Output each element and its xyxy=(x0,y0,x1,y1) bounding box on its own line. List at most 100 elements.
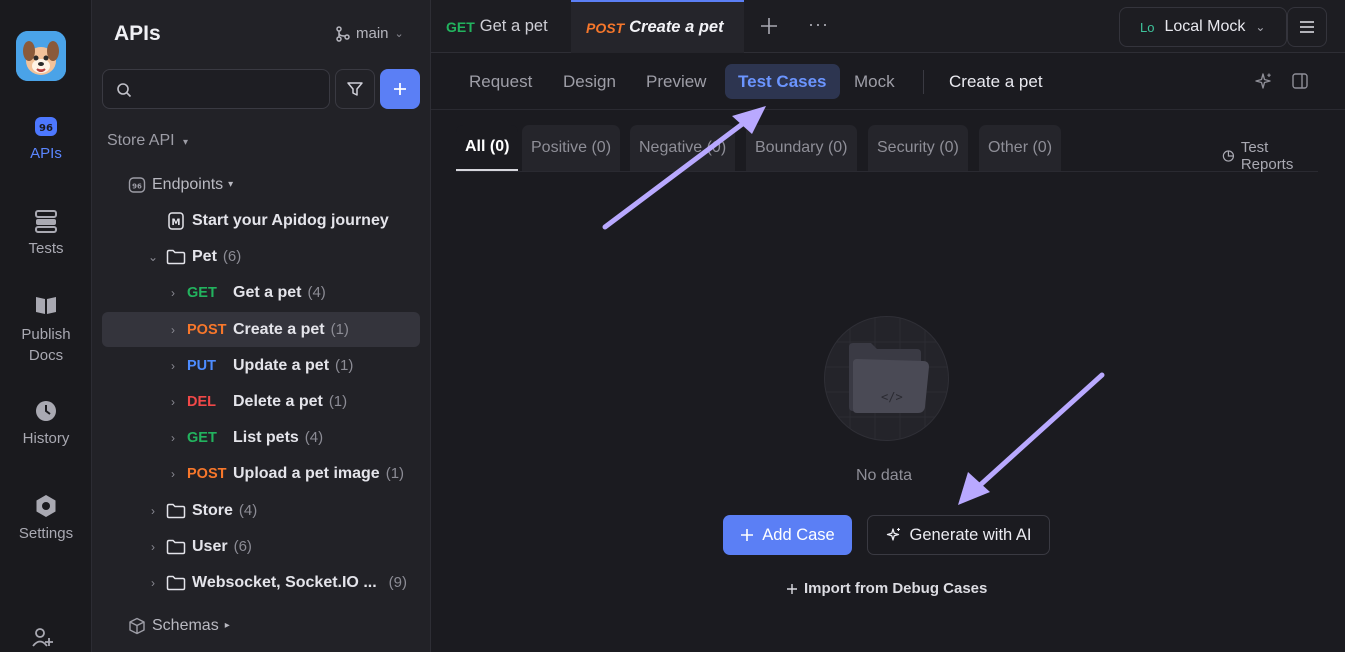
pie-chart-icon xyxy=(1222,150,1235,162)
environment-selector[interactable]: Lo Local Mock ⌄ xyxy=(1119,7,1287,47)
filter-negative[interactable]: Negative (0) xyxy=(630,125,736,171)
tab-method: GET xyxy=(446,18,475,35)
chevron-down-icon: ⌄ xyxy=(394,28,404,40)
import-debug-cases-link[interactable]: Import from Debug Cases xyxy=(786,580,987,597)
project-selector[interactable]: Store API ▾ xyxy=(107,132,188,150)
sidebar: APIs main ⌄ Store API ▾ 96 Endpoints ▾ M… xyxy=(92,0,431,652)
history-icon xyxy=(36,401,56,421)
endpoint-list-pets[interactable]: › GET List pets (4) xyxy=(102,420,420,455)
endpoint-count: (1) xyxy=(385,465,405,482)
method-badge: GET xyxy=(187,284,217,301)
svg-text:96: 96 xyxy=(132,182,142,190)
tab-test-cases[interactable]: Test Cases xyxy=(725,64,840,99)
chevron-right-icon: › xyxy=(171,394,175,409)
plus-icon xyxy=(741,529,754,541)
endpoint-get-a-pet[interactable]: › GET Get a pet (4) xyxy=(102,275,420,310)
endpoint-name: Create a pet xyxy=(233,320,325,338)
markdown-doc-icon: M xyxy=(168,211,184,230)
filter-positive[interactable]: Positive (0) xyxy=(522,125,621,171)
invite-user-icon[interactable] xyxy=(31,626,53,652)
plus-icon xyxy=(787,583,797,594)
settings-icon xyxy=(36,495,56,517)
endpoint-name: Get a pet xyxy=(233,283,302,301)
endpoint-create-a-pet[interactable]: › POST Create a pet (1) xyxy=(102,312,420,347)
test-reports-link[interactable]: Test Reports xyxy=(1222,139,1318,173)
panel-toggle-icon[interactable] xyxy=(1291,72,1309,95)
endpoint-subtabs: Request Design Preview Test Cases Mock C… xyxy=(431,54,1345,110)
filter-button[interactable] xyxy=(335,69,375,109)
tab-mock[interactable]: Mock xyxy=(841,64,908,99)
tests-icon xyxy=(35,210,57,233)
svg-text:</>: </> xyxy=(881,390,903,404)
rail-label-apis: APIs xyxy=(30,145,62,162)
tab-preview[interactable]: Preview xyxy=(633,64,719,99)
folder-pet[interactable]: ⌄ Pet (6) xyxy=(102,239,420,274)
add-case-label: Add Case xyxy=(762,525,835,544)
search-icon xyxy=(117,83,132,98)
endpoint-count: (4) xyxy=(307,284,326,301)
folder-user[interactable]: › User (6) xyxy=(102,529,420,564)
no-data-text: No data xyxy=(856,467,913,484)
folder-websocket[interactable]: › Websocket, Socket.IO ... (9) xyxy=(102,565,420,600)
chevron-down-icon: ⌄ xyxy=(147,249,159,264)
method-badge: POST xyxy=(187,465,227,482)
menu-button[interactable] xyxy=(1287,7,1327,47)
schemas-label: Schemas xyxy=(152,616,219,634)
rail-item-history[interactable]: History xyxy=(0,398,92,447)
add-button[interactable] xyxy=(380,69,420,109)
filter-boundary[interactable]: Boundary (0) xyxy=(746,125,857,171)
filter-other[interactable]: Other (0) xyxy=(979,125,1062,171)
tab-create-a-pet[interactable]: POST Create a pet xyxy=(571,0,744,53)
chevron-right-icon: › xyxy=(171,430,175,445)
endpoint-count: (1) xyxy=(335,357,354,374)
chevron-down-icon: ⌄ xyxy=(1255,20,1266,34)
cube-icon xyxy=(129,617,145,634)
rail-item-tests[interactable]: Tests xyxy=(0,208,92,257)
chevron-right-icon: › xyxy=(151,575,155,590)
plus-icon xyxy=(394,83,406,95)
dog-logo-icon xyxy=(16,31,66,81)
endpoint-name: Update a pet xyxy=(233,356,330,374)
search-input[interactable] xyxy=(102,69,330,109)
endpoint-name: Upload a pet image xyxy=(233,464,380,482)
folder-icon xyxy=(166,249,186,264)
project-name: Store API xyxy=(107,132,175,149)
endpoint-update-a-pet[interactable]: › PUT Update a pet (1) xyxy=(102,348,420,383)
tab-request[interactable]: Request xyxy=(456,64,545,99)
folder-pet-count: (6) xyxy=(222,248,242,265)
caret-right-icon: ▸ xyxy=(224,620,230,631)
divider xyxy=(923,70,924,94)
empty-folder-icon: </> xyxy=(825,317,948,440)
chevron-right-icon: › xyxy=(171,285,175,300)
publish-docs-icon xyxy=(36,297,56,314)
endpoints-label: Endpoints xyxy=(152,175,224,193)
more-tabs-icon[interactable]: ··· xyxy=(808,14,829,35)
endpoint-upload-a-pet-image[interactable]: › POST Upload a pet image (1) xyxy=(102,456,420,491)
filter-all[interactable]: All (0) xyxy=(456,125,519,171)
app-logo[interactable] xyxy=(16,31,66,81)
rail-item-apis[interactable]: 96 APIs xyxy=(0,113,92,162)
branch-selector[interactable]: main ⌄ xyxy=(336,25,404,42)
folder-store[interactable]: › Store (4) xyxy=(102,493,420,528)
hamburger-icon xyxy=(1300,21,1314,33)
ai-sparkle-icon xyxy=(886,528,900,541)
ai-sparkle-icon[interactable] xyxy=(1254,72,1274,97)
tab-get-a-pet[interactable]: GET Get a pet xyxy=(431,0,570,53)
rail-item-settings[interactable]: Settings xyxy=(0,493,92,542)
rail-item-publish-docs[interactable]: Publish Docs xyxy=(0,292,92,366)
generate-with-ai-label: Generate with AI xyxy=(909,525,1032,544)
generate-with-ai-button[interactable]: Generate with AI xyxy=(867,515,1050,555)
caret-down-icon: ▾ xyxy=(228,179,234,190)
journey-doc-item[interactable]: M Start your Apidog journey xyxy=(102,203,420,238)
add-case-button[interactable]: Add Case xyxy=(723,515,852,555)
new-tab-plus-icon[interactable] xyxy=(759,16,779,41)
tab-design[interactable]: Design xyxy=(550,64,629,99)
folder-label: Store xyxy=(192,501,233,519)
endpoints-group[interactable]: 96 Endpoints ▾ xyxy=(102,167,420,202)
tab-label: Create a pet xyxy=(629,18,724,36)
filter-security[interactable]: Security (0) xyxy=(868,125,968,171)
branch-label: main xyxy=(356,25,389,42)
endpoint-delete-a-pet[interactable]: › DEL Delete a pet (1) xyxy=(102,384,420,419)
schemas-group[interactable]: Schemas ▸ xyxy=(102,608,420,643)
env-badge: Lo xyxy=(1140,19,1155,35)
